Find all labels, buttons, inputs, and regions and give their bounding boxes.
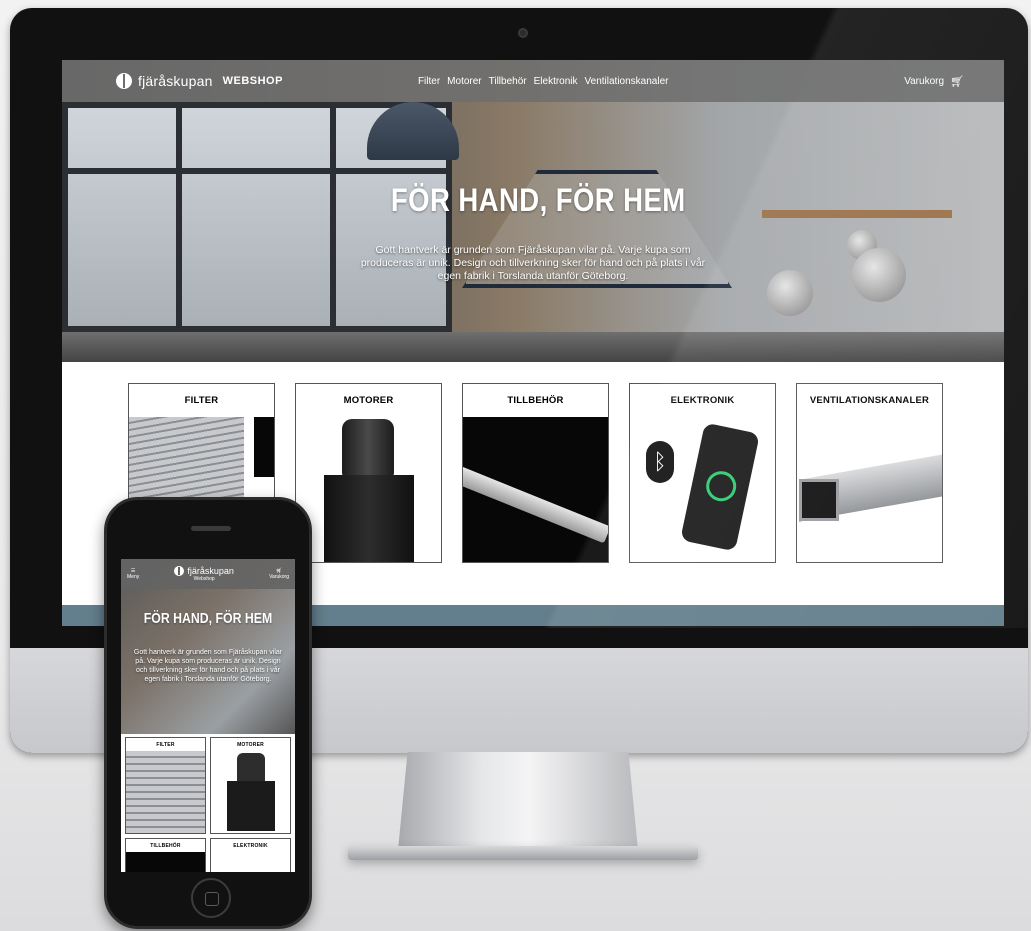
filter-image bbox=[126, 751, 205, 833]
category-label: MOTORER bbox=[343, 395, 394, 406]
category-label: FILTER bbox=[156, 742, 175, 748]
accessory-image bbox=[463, 417, 608, 562]
mobile-top-nav: ☰ Meny fjäråskupan Webshop 🛒︎ Varukorg bbox=[121, 559, 295, 589]
pan-image bbox=[767, 270, 813, 316]
nav-link-tillbehor[interactable]: Tillbehör bbox=[489, 76, 527, 87]
brand-name: fjäråskupan bbox=[138, 73, 213, 89]
pot-image bbox=[852, 248, 906, 302]
logo-icon bbox=[174, 566, 185, 576]
monitor-stand-base bbox=[348, 846, 698, 860]
category-card-ventilationskanaler[interactable]: VENTILATIONSKANALER bbox=[796, 383, 943, 563]
mobile-screen: FÖR HAND, FÖR HEM Gott hantverk är grund… bbox=[121, 559, 295, 872]
mobile-menu-button[interactable]: ☰ Meny bbox=[127, 568, 139, 580]
hero-counter-image bbox=[62, 332, 1004, 362]
mobile-category-card-filter[interactable]: FILTER bbox=[125, 737, 206, 834]
nav-link-elektronik[interactable]: Elektronik bbox=[534, 76, 578, 87]
mobile-category-grid: FILTER MOTORER TILLBEHÖR ELEKTRONIK bbox=[125, 737, 291, 872]
category-label: TILLBEHÖR bbox=[507, 395, 564, 406]
cart-button[interactable]: Varukorg 🛒︎ bbox=[904, 75, 964, 88]
mobile-webshop-label: Webshop bbox=[193, 576, 215, 582]
electronics-image bbox=[211, 852, 290, 872]
top-nav: fjäråskupan WEBSHOP Filter Motorer Tillb… bbox=[62, 60, 1004, 102]
menu-label: Meny bbox=[127, 574, 140, 580]
hero-text: Gott hantverk är grunden som Fjäråskupan… bbox=[360, 244, 706, 282]
category-card-motorer[interactable]: MOTORER bbox=[295, 383, 442, 563]
duct-image bbox=[797, 417, 942, 562]
accessory-image bbox=[126, 852, 205, 872]
category-label: VENTILATIONSKANALER bbox=[809, 395, 930, 406]
nav-link-ventilationskanaler[interactable]: Ventilationskanaler bbox=[585, 76, 669, 87]
mobile-category-card-elektronik[interactable]: ELEKTRONIK bbox=[210, 838, 291, 872]
bluetooth-icon: ᛒ bbox=[646, 441, 674, 483]
nav-links: Filter Motorer Tillbehör Elektronik Vent… bbox=[418, 76, 669, 87]
hero-banner: FÖR HAND, FÖR HEM Gott hantverk är grund… bbox=[62, 60, 1004, 362]
cart-icon: 🛒︎ bbox=[950, 75, 964, 88]
motor-image bbox=[296, 417, 441, 562]
phone-speaker bbox=[191, 526, 231, 531]
category-card-tillbehor[interactable]: TILLBEHÖR bbox=[462, 383, 609, 563]
category-label: MOTORER bbox=[237, 742, 264, 748]
mobile-cart-label: Varukorg bbox=[269, 574, 289, 580]
motor-image bbox=[211, 751, 290, 833]
mobile-cart-button[interactable]: 🛒︎ Varukorg bbox=[269, 568, 289, 580]
logo-icon bbox=[116, 73, 132, 89]
logo[interactable]: fjäråskupan WEBSHOP bbox=[116, 73, 283, 89]
mobile-hero-title: FÖR HAND, FÖR HEM bbox=[143, 610, 273, 627]
category-label: ELEKTRONIK bbox=[670, 395, 735, 406]
mobile-brand-name: fjäråskupan bbox=[187, 566, 234, 576]
mobile-logo[interactable]: fjäråskupan Webshop bbox=[174, 566, 234, 582]
webshop-label: WEBSHOP bbox=[222, 75, 283, 87]
cart-label: Varukorg bbox=[904, 75, 945, 87]
mobile-hero-text: Gott hantverk är grunden som Fjäråskupan… bbox=[133, 649, 283, 683]
category-card-elektronik[interactable]: ELEKTRONIK ᛒ bbox=[629, 383, 776, 563]
category-label: TILLBEHÖR bbox=[150, 843, 181, 849]
mobile-category-card-motorer[interactable]: MOTORER bbox=[210, 737, 291, 834]
hero-title: FÖR HAND, FÖR HEM bbox=[390, 182, 686, 218]
electronics-image: ᛒ bbox=[630, 417, 775, 562]
webcam-icon bbox=[518, 28, 528, 38]
nav-link-filter[interactable]: Filter bbox=[418, 76, 440, 87]
mobile-phone: FÖR HAND, FÖR HEM Gott hantverk är grund… bbox=[104, 497, 312, 929]
nav-link-motorer[interactable]: Motorer bbox=[447, 76, 481, 87]
home-button[interactable] bbox=[191, 878, 231, 918]
category-label: FILTER bbox=[184, 395, 219, 406]
monitor-stand bbox=[398, 752, 638, 850]
category-label: ELEKTRONIK bbox=[233, 843, 268, 849]
mobile-category-card-tillbehor[interactable]: TILLBEHÖR bbox=[125, 838, 206, 872]
